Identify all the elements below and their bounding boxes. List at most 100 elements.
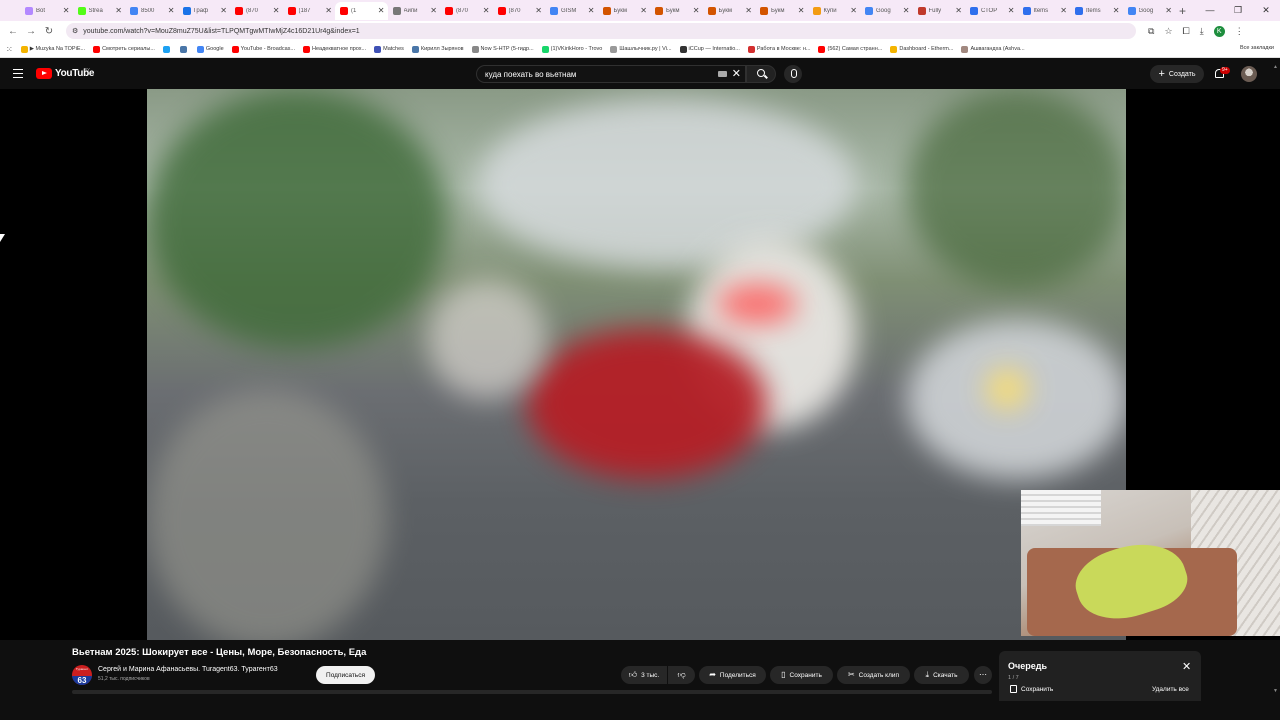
tab-close-icon[interactable]: ✕ — [693, 6, 700, 15]
bookmark-item[interactable]: (1)VKirikHoro - Trovo — [541, 45, 602, 53]
browser-tab[interactable]: (870 ✕ — [493, 2, 546, 20]
tab-close-icon[interactable]: ✕ — [798, 6, 805, 15]
browser-menu-icon[interactable]: ⋮ — [1235, 26, 1244, 37]
browser-tab[interactable]: Goog ✕ — [1123, 2, 1176, 20]
browser-tab[interactable]: Граф ✕ — [178, 2, 231, 20]
tab-close-icon[interactable]: ✕ — [1113, 6, 1120, 15]
browser-tab[interactable]: (1 ✕ — [335, 1, 388, 20]
bookmark-item[interactable]: Смотреть сериалы... — [93, 45, 155, 53]
search-input[interactable]: куда поехать во вьетнам ✕ — [476, 65, 746, 83]
extensions-icon[interactable]: ⧠ — [1183, 26, 1190, 37]
browser-tab[interactable]: 8500 ✕ — [125, 2, 178, 20]
keyboard-icon[interactable] — [718, 71, 727, 77]
channel-avatar[interactable]: Турагент 63 — [72, 665, 92, 685]
tab-close-icon[interactable]: ✕ — [430, 6, 437, 15]
browser-tab[interactable]: Items ✕ — [1018, 2, 1071, 20]
create-button[interactable]: + Создать — [1150, 65, 1204, 83]
tab-close-icon[interactable]: ✕ — [535, 6, 542, 15]
share-button[interactable]: ➦ Поделиться — [699, 666, 766, 684]
tab-close-icon[interactable]: ✕ — [1008, 6, 1015, 15]
more-actions-button[interactable]: ⋯ — [974, 666, 992, 684]
download-button[interactable]: ⤓ Скачать — [914, 666, 969, 684]
bookmark-item[interactable]: ▶ Muzyka Na TOPiE... — [20, 45, 85, 53]
bookmark-star-icon[interactable]: ☆ — [1164, 26, 1172, 37]
browser-tab[interactable]: GISM ✕ — [545, 2, 598, 20]
queue-save-button[interactable]: Сохранить — [1010, 685, 1053, 693]
search-button[interactable] — [746, 65, 776, 83]
voice-search-mic-icon[interactable] — [784, 65, 802, 83]
all-bookmarks[interactable]: Все закладки — [1235, 45, 1274, 51]
bookmark-item[interactable]: iCCup — Internatio... — [679, 45, 740, 53]
tab-close-icon[interactable]: ✕ — [903, 6, 910, 15]
tab-close-icon[interactable]: ✕ — [1060, 6, 1067, 15]
url-field[interactable]: ⚙ youtube.com/watch?v=MouZ8muZ75U&list=T… — [66, 23, 1136, 39]
clear-search-icon[interactable]: ✕ — [732, 67, 741, 80]
tab-close-icon[interactable]: ✕ — [325, 6, 332, 15]
bookmark-item[interactable]: (562) Самая странн... — [818, 45, 882, 53]
apps-grid-icon[interactable]: ⁙ — [6, 45, 13, 54]
browser-tab[interactable]: СТОР ✕ — [965, 2, 1018, 20]
back-button[interactable]: ← — [4, 26, 22, 37]
video-player[interactable] — [147, 89, 1126, 640]
channel-name[interactable]: Сергей и Марина Афанасьевы. Turagent63. … — [98, 666, 278, 673]
tab-close-icon[interactable]: ✕ — [640, 6, 647, 15]
scroll-up-arrow[interactable]: ▲ — [1273, 64, 1278, 70]
bookmark-item[interactable]: Шашлычник.ру | Vi... — [610, 45, 672, 53]
tab-close-icon[interactable]: ✕ — [1165, 6, 1172, 15]
browser-tab[interactable]: (187 ✕ — [283, 2, 336, 20]
tab-close-icon[interactable]: ✕ — [588, 6, 595, 15]
tab-close-icon[interactable]: ✕ — [168, 6, 175, 15]
tab-close-icon[interactable]: ✕ — [220, 6, 227, 15]
tab-close-icon[interactable]: ✕ — [745, 6, 752, 15]
bookmark-item[interactable]: Кирилл Зырянов — [411, 45, 464, 53]
bookmark-item[interactable]: Неадекватное прох... — [302, 45, 366, 53]
bookmark-item[interactable] — [162, 45, 172, 53]
browser-tab[interactable]: Items ✕ — [1070, 2, 1123, 20]
browser-tab[interactable]: Букм ✕ — [650, 2, 703, 20]
browser-tab[interactable]: Купи ✕ — [808, 2, 861, 20]
bookmark-item[interactable]: Matches — [374, 45, 404, 53]
tab-close-icon[interactable]: ✕ — [955, 6, 962, 15]
minimize-button[interactable]: — — [1196, 0, 1224, 21]
downloads-icon[interactable]: ⤓ — [1200, 26, 1204, 37]
tab-close-icon[interactable]: ✕ — [63, 6, 70, 15]
browser-tab[interactable]: Букм ✕ — [755, 2, 808, 20]
browser-tab[interactable]: Strea ✕ — [73, 2, 126, 20]
bookmark-item[interactable]: YouTube - Broadcas... — [231, 45, 295, 53]
close-icon[interactable]: ✕ — [1182, 662, 1191, 673]
forward-button[interactable]: → — [22, 26, 40, 37]
save-button[interactable]: ▯ Сохранить — [770, 666, 833, 684]
browser-tab[interactable]: Букм ✕ — [703, 2, 756, 20]
dislike-button[interactable]: 👎︎ — [668, 666, 695, 684]
browser-tab[interactable]: Goog ✕ — [860, 2, 913, 20]
close-window-button[interactable]: ✕ — [1252, 0, 1280, 21]
reload-button[interactable]: ↻ — [40, 26, 58, 37]
browser-tab[interactable]: (870 ✕ — [440, 2, 493, 20]
tab-close-icon[interactable]: ✕ — [115, 6, 122, 15]
clip-button[interactable]: ✂ Создать клип — [837, 666, 910, 684]
tab-close-icon[interactable]: ✕ — [483, 6, 490, 15]
new-tab-button[interactable]: + — [1179, 4, 1186, 18]
bookmark-item[interactable]: Now S-HTP (5-гидр... — [471, 45, 534, 53]
browser-tab[interactable]: Букм ✕ — [598, 2, 651, 20]
site-info-icon[interactable]: ⚙ — [72, 27, 78, 35]
browser-tab[interactable]: Bot ✕ — [20, 2, 73, 20]
install-app-icon[interactable]: ⧉ — [1148, 26, 1154, 37]
queue-clear-button[interactable]: Удалить все — [1152, 686, 1189, 693]
maximize-button[interactable]: ❐ — [1224, 0, 1252, 21]
bookmark-item[interactable]: Dashboard - Etherm... — [890, 45, 953, 53]
tab-close-icon[interactable]: ✕ — [850, 6, 857, 15]
profile-avatar[interactable]: K — [1213, 25, 1225, 37]
bookmark-item[interactable]: Google — [196, 45, 224, 53]
user-avatar[interactable] — [1241, 66, 1257, 82]
bookmark-item[interactable] — [179, 45, 189, 53]
tab-close-icon[interactable]: ✕ — [273, 6, 280, 15]
browser-tab[interactable]: Айпи ✕ — [388, 2, 441, 20]
hamburger-menu-icon[interactable] — [13, 69, 23, 78]
scroll-down-arrow[interactable]: ▼ — [1273, 688, 1278, 694]
bookmark-item[interactable]: Работа в Москве: н... — [747, 45, 810, 53]
browser-tab[interactable]: Fully ✕ — [913, 2, 966, 20]
like-button[interactable]: 👍︎ 3 тыс. — [621, 666, 667, 684]
subscribe-button[interactable]: Подписаться — [316, 666, 375, 684]
tab-close-icon[interactable]: ✕ — [378, 6, 385, 15]
